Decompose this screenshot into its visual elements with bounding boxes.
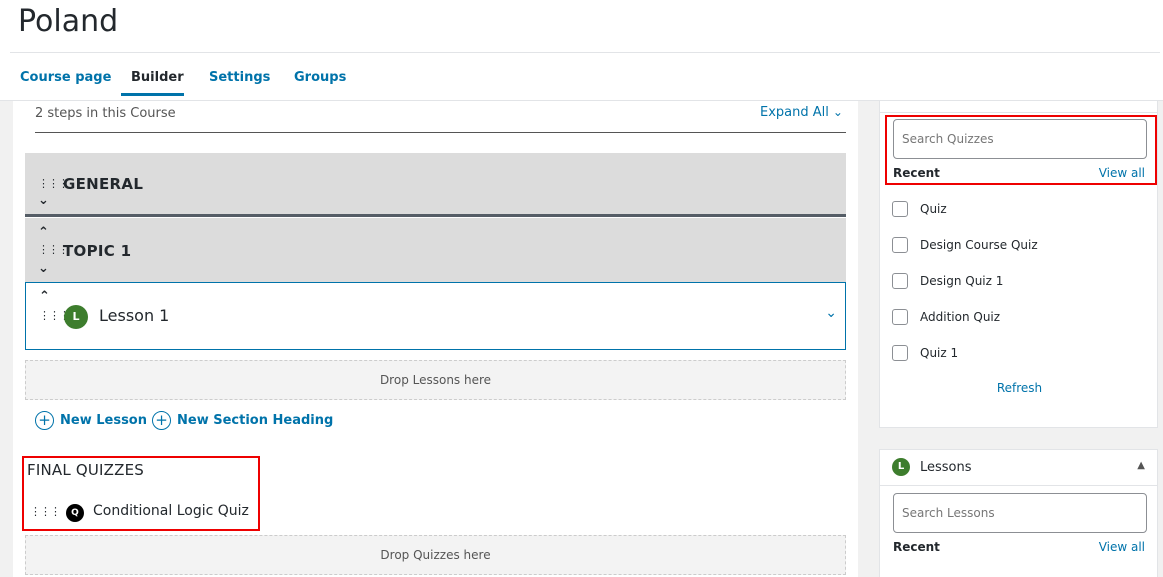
chevron-down-icon: ⌄	[832, 105, 843, 119]
drag-handle-icon[interactable]: ⋮⋮⋮	[38, 244, 69, 255]
drag-handle-icon[interactable]: ⋮⋮⋮	[30, 506, 61, 517]
caret-up-icon[interactable]: ▲	[1137, 460, 1145, 471]
panel-divider	[880, 112, 1157, 113]
final-quiz-title[interactable]: Conditional Logic Quiz	[93, 503, 249, 519]
lesson-row[interactable]: ⌃ ⋮⋮⋮ L Lesson 1 ⌄	[25, 282, 846, 350]
refresh-quizzes-link[interactable]: Refresh	[880, 381, 1159, 395]
quiz-checkbox[interactable]	[892, 201, 908, 217]
steps-count: 2 steps in this Course	[35, 106, 176, 121]
chevron-down-icon[interactable]: ⌄	[825, 305, 837, 321]
section-label: GENERAL	[63, 175, 144, 193]
chevron-up-icon[interactable]: ⌃	[38, 225, 49, 240]
lesson-title[interactable]: Lesson 1	[99, 306, 169, 325]
tab-course-page[interactable]: Course page	[20, 70, 111, 85]
new-section-heading-button[interactable]: + New Section Heading	[152, 411, 333, 430]
section-heading-topic-1[interactable]: ⌃ ⋮⋮⋮ TOPIC 1 ⌄	[25, 218, 846, 282]
quiz-item-label: Design Course Quiz	[920, 238, 1038, 252]
lessons-panel: L Lessons ▲ Recent View all	[879, 449, 1158, 577]
expand-all-button[interactable]: Expand All ⌄	[760, 105, 843, 120]
search-lessons-input[interactable]	[893, 493, 1147, 533]
quiz-list-item[interactable]: Addition Quiz	[892, 309, 1000, 325]
lesson-badge-icon: L	[892, 458, 910, 476]
tab-groups[interactable]: Groups	[294, 70, 346, 85]
new-lesson-label: New Lesson	[60, 413, 147, 428]
final-quizzes-highlight: FINAL QUIZZES ⋮⋮⋮ Q Conditional Logic Qu…	[22, 456, 260, 531]
section-heading-general[interactable]: ⋮⋮⋮ GENERAL ⌄	[25, 153, 846, 217]
chevron-up-icon[interactable]: ⌃	[39, 289, 50, 304]
final-quizzes-title: FINAL QUIZZES	[27, 461, 145, 479]
quiz-badge-icon: Q	[66, 504, 84, 522]
lessons-panel-header[interactable]: L Lessons ▲	[880, 450, 1157, 486]
page-header: Poland Course page Builder Settings Grou…	[0, 0, 1163, 101]
quiz-checkbox[interactable]	[892, 273, 908, 289]
tab-settings[interactable]: Settings	[209, 70, 270, 85]
section-label: TOPIC 1	[63, 242, 132, 260]
quiz-list-item[interactable]: Quiz 1	[892, 345, 958, 361]
drag-handle-icon[interactable]: ⋮⋮⋮	[39, 310, 70, 321]
search-quizzes-highlight	[885, 115, 1157, 185]
drag-handle-icon[interactable]: ⋮⋮⋮	[38, 178, 69, 189]
steps-divider	[35, 132, 846, 133]
plus-circle-icon: +	[35, 411, 54, 430]
quiz-item-label: Quiz 1	[920, 346, 959, 360]
quiz-checkbox[interactable]	[892, 237, 908, 253]
drop-quizzes-zone[interactable]: Drop Quizzes here	[25, 535, 846, 575]
active-tab-indicator	[121, 93, 184, 96]
quiz-list-item[interactable]: Design Course Quiz	[892, 237, 1038, 253]
drop-lessons-zone[interactable]: Drop Lessons here	[25, 360, 846, 400]
quiz-item-label: Quiz	[920, 202, 947, 216]
page-title: Poland	[18, 4, 119, 39]
quiz-checkbox[interactable]	[892, 345, 908, 361]
course-builder: 2 steps in this Course Expand All ⌄ ⋮⋮⋮ G…	[13, 101, 858, 577]
lesson-badge-icon: L	[64, 305, 88, 329]
quiz-checkbox[interactable]	[892, 309, 908, 325]
recent-label: Recent	[893, 540, 940, 554]
plus-circle-icon: +	[152, 411, 171, 430]
tab-builder[interactable]: Builder	[131, 70, 184, 85]
new-section-heading-label: New Section Heading	[177, 413, 334, 428]
expand-all-label: Expand All	[760, 105, 829, 120]
quiz-list-item[interactable]: Design Quiz 1	[892, 273, 1003, 289]
view-all-lessons-link[interactable]: View all	[1099, 540, 1145, 554]
quiz-list-item[interactable]: Quiz	[892, 201, 947, 217]
new-lesson-button[interactable]: + New Lesson	[35, 411, 147, 430]
quiz-item-label: Design Quiz 1	[920, 274, 1004, 288]
chevron-down-icon[interactable]: ⌄	[38, 193, 49, 208]
lessons-panel-title: Lessons	[920, 460, 972, 475]
quiz-item-label: Addition Quiz	[920, 310, 1001, 324]
chevron-down-icon[interactable]: ⌄	[38, 261, 49, 276]
